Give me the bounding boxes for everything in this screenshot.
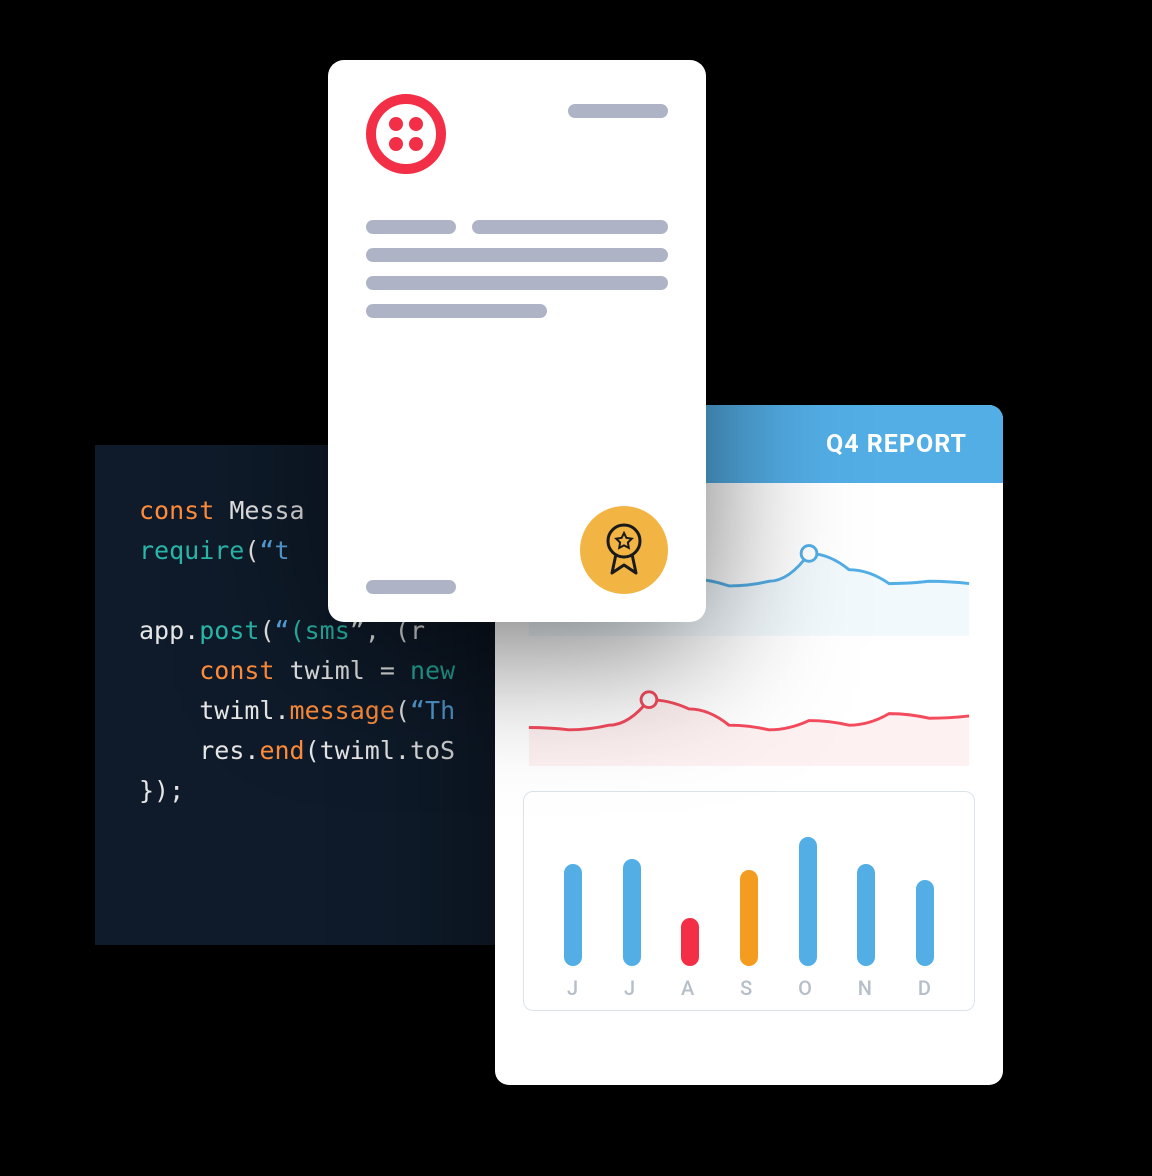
bar-chart-panel: JJASOND	[523, 791, 975, 1011]
award-seal-icon	[580, 506, 668, 594]
sparkline-red	[523, 637, 975, 767]
bar	[623, 859, 641, 966]
document-card	[328, 60, 706, 622]
bar	[857, 864, 875, 966]
bar	[916, 880, 934, 966]
bar-label: N	[858, 976, 872, 1000]
code-token: new	[410, 656, 455, 685]
report-title: Q4 REPORT	[826, 430, 967, 459]
code-token: (	[395, 696, 410, 725]
code-token: const	[199, 656, 274, 685]
document-header	[366, 94, 668, 174]
bar	[564, 864, 582, 966]
bar-label: J	[624, 976, 635, 1000]
document-footer	[366, 506, 668, 594]
placeholder-line	[366, 304, 547, 318]
bar-label: O	[798, 976, 812, 1000]
code-token: post	[199, 616, 259, 645]
bar-label: D	[918, 976, 931, 1000]
code-token: “	[410, 696, 425, 725]
bar-label: J	[567, 976, 578, 1000]
bar-label: S	[740, 976, 752, 1000]
document-body-lines	[366, 220, 668, 318]
code-token: Th	[425, 696, 455, 725]
code-token: app.	[139, 616, 199, 645]
code-token: end	[259, 736, 304, 765]
bar	[740, 870, 758, 966]
bar-row	[544, 816, 954, 966]
bar	[799, 837, 817, 966]
code-token: const	[139, 496, 214, 525]
code-token: (	[259, 616, 274, 645]
code-token: require	[139, 536, 244, 565]
twilio-logo-icon	[366, 94, 446, 174]
placeholder-line	[366, 580, 456, 594]
placeholder-line	[366, 276, 668, 290]
placeholder-line	[366, 220, 456, 234]
code-token: “	[259, 536, 274, 565]
code-token: (	[244, 536, 259, 565]
code-token: “	[275, 616, 290, 645]
code-token: });	[139, 776, 184, 805]
placeholder-line	[568, 104, 668, 118]
code-token: (twiml.toS	[305, 736, 456, 765]
code-token: t	[274, 536, 289, 565]
code-token: =	[365, 656, 410, 685]
bar-labels: JJASOND	[544, 976, 954, 1000]
code-token: res.	[199, 736, 259, 765]
bar-label: A	[681, 976, 694, 1000]
code-token: message	[290, 696, 395, 725]
code-token: Messa	[229, 496, 304, 525]
placeholder-line	[472, 220, 668, 234]
placeholder-line	[366, 248, 668, 262]
code-token: twiml.	[199, 696, 289, 725]
code-token: twiml	[290, 656, 365, 685]
bar	[681, 918, 699, 966]
